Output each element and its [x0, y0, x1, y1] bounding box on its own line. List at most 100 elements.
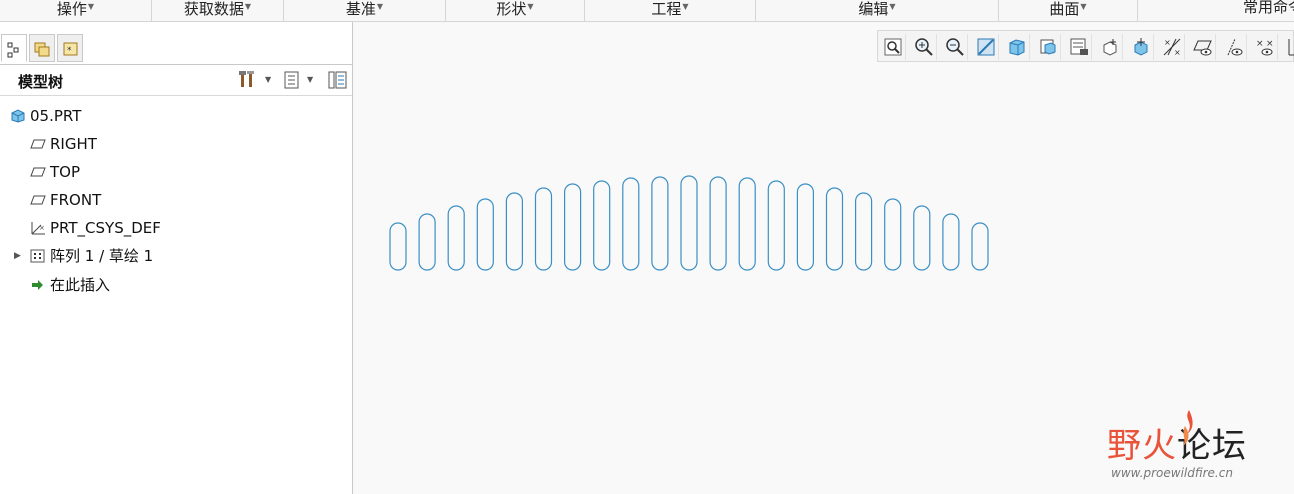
chevron-down-icon: ▼ — [527, 2, 534, 11]
sketch-slot[interactable] — [593, 180, 611, 271]
chevron-down-icon: ▼ — [87, 2, 95, 11]
spin-center-button[interactable] — [1128, 34, 1154, 60]
ribbon-group-label: 形状 — [496, 0, 527, 18]
chevron-down-icon: ▼ — [682, 2, 689, 11]
tab-favorites[interactable]: * — [57, 34, 83, 62]
svg-text:*: * — [67, 46, 72, 56]
plane-display-button[interactable] — [1190, 34, 1216, 60]
sketch-slot[interactable] — [825, 187, 844, 271]
sketch-slot[interactable] — [738, 177, 756, 271]
view-toolbar: × × × × — [877, 30, 1294, 62]
chevron-down-icon: ▼ — [244, 2, 252, 11]
sketch-slot[interactable] — [447, 205, 465, 271]
datum-plane-icon — [30, 139, 46, 149]
display-style-icon — [1009, 39, 1025, 56]
chevron-down-icon: ▼ — [889, 2, 896, 11]
sketch-slot[interactable] — [564, 183, 582, 271]
sketch-slot[interactable] — [913, 205, 931, 271]
refit-button[interactable] — [880, 34, 906, 60]
chevron-down-icon[interactable]: ▼ — [265, 75, 271, 84]
watermark-text-colored: 野火 — [1107, 426, 1177, 466]
sketch-slot[interactable] — [418, 213, 436, 271]
svg-text:×: × — [1164, 38, 1171, 47]
sketch-slot[interactable] — [680, 175, 698, 271]
settings-tools-icon[interactable] — [238, 69, 262, 91]
datum-display-button[interactable]: × × — [1159, 34, 1185, 60]
refit-icon — [884, 38, 902, 56]
ribbon-group-label: 工程 — [651, 0, 682, 18]
ribbon-group-label: 曲面 — [1049, 0, 1080, 18]
svg-text:×: × — [1174, 48, 1181, 57]
view-manager-button[interactable] — [1066, 34, 1092, 60]
tree-item-label: TOP — [50, 163, 81, 181]
sketch-slot[interactable] — [767, 180, 785, 271]
expand-arrow-icon[interactable]: ▶ — [14, 245, 21, 267]
sketch-slot[interactable] — [942, 213, 960, 271]
ribbon-group-surfaces[interactable]: 曲面▼ — [999, 0, 1138, 21]
favorites-icon: * — [63, 42, 78, 56]
perspective-icon — [1103, 39, 1117, 56]
point-display-button[interactable]: × × — [1252, 34, 1278, 60]
sketch-slot[interactable] — [389, 222, 407, 271]
tree-columns-icon[interactable] — [327, 69, 349, 91]
show-list-icon[interactable] — [282, 69, 302, 91]
ribbon-group-label: 获取数据 — [183, 0, 244, 18]
tab-folder-browser[interactable] — [29, 34, 55, 62]
sketch-slot[interactable] — [505, 192, 523, 271]
zoom-out-icon — [946, 38, 964, 56]
graphics-window[interactable]: × × × × 野火论坛 www.proewildfire.cn — [355, 22, 1294, 494]
ribbon-group-shapes[interactable]: 形状▼ — [446, 0, 585, 21]
model-tree-icon — [7, 42, 19, 58]
sketch-slot[interactable] — [651, 176, 669, 271]
sketch-slot[interactable] — [709, 176, 727, 271]
zoom-in-button[interactable] — [911, 34, 937, 60]
sketch-slot[interactable] — [971, 222, 989, 271]
sketch-slot[interactable] — [622, 177, 640, 271]
tab-model-tree[interactable] — [1, 34, 27, 62]
sketch-slot[interactable] — [855, 192, 873, 271]
svg-text:×: × — [39, 224, 45, 232]
display-style-button[interactable] — [1004, 34, 1030, 60]
sketch-slot[interactable] — [884, 198, 902, 271]
ribbon-group-bar: 操作▼ 获取数据▼ 基准▼ 形状▼ 工程▼ 编辑▼ 曲面▼ 常用命令 — [0, 0, 1294, 22]
tree-item-label: 在此插入 — [50, 276, 111, 294]
tree-item-label: PRT_CSYS_DEF — [50, 219, 161, 237]
model-tree-panel: * 模型树 ▼ ▼ 05.PRT RIGHT TOP FRONT × PRT_C… — [0, 22, 353, 494]
ribbon-group-label: 基准 — [345, 0, 376, 18]
navigator-tabs: * — [0, 34, 352, 64]
axis-display-button[interactable] — [1221, 34, 1247, 60]
ribbon-group-operations[interactable]: 操作▼ — [0, 0, 152, 21]
chevron-down-icon[interactable]: ▼ — [307, 75, 313, 84]
repaint-icon — [977, 38, 995, 56]
ribbon-group-datum[interactable]: 基准▼ — [284, 0, 446, 21]
csys-icon: × — [31, 222, 45, 235]
ribbon-group-get-data[interactable]: 获取数据▼ — [152, 0, 284, 21]
panel-title: 模型树 — [18, 73, 64, 91]
perspective-button[interactable] — [1097, 34, 1123, 60]
tree-item-label: 05.PRT — [30, 107, 82, 125]
chevron-down-icon: ▼ — [376, 2, 384, 11]
plane-display-icon — [1193, 40, 1212, 56]
chevron-down-icon: ▼ — [1080, 2, 1087, 11]
ribbon-group-label: 操作 — [56, 0, 87, 18]
ribbon-group-label: 常用命令 — [1243, 0, 1294, 16]
sketch-slot[interactable] — [534, 187, 553, 271]
saved-views-icon — [1040, 39, 1056, 55]
sketch-slot[interactable] — [476, 198, 494, 271]
sketch-slot[interactable] — [796, 183, 814, 271]
spin-center-icon — [1134, 38, 1148, 56]
ribbon-group-editing[interactable]: 编辑▼ — [756, 0, 999, 21]
tree-item-label: FRONT — [50, 191, 102, 209]
watermark: 野火论坛 www.proewildfire.cn — [1107, 408, 1287, 488]
saved-views-button[interactable] — [1035, 34, 1061, 60]
axis-display-icon — [1227, 38, 1243, 56]
ribbon-group-common[interactable]: 常用命令 — [1138, 0, 1294, 21]
zoom-out-button[interactable] — [942, 34, 968, 60]
svg-text:×: × — [1266, 39, 1274, 49]
ribbon-group-engineering[interactable]: 工程▼ — [585, 0, 756, 21]
pattern-icon — [30, 249, 45, 263]
csys-display-button[interactable] — [1283, 34, 1294, 60]
repaint-button[interactable] — [973, 34, 999, 60]
datum-plane-icon — [30, 195, 46, 205]
zoom-in-icon — [915, 38, 933, 56]
